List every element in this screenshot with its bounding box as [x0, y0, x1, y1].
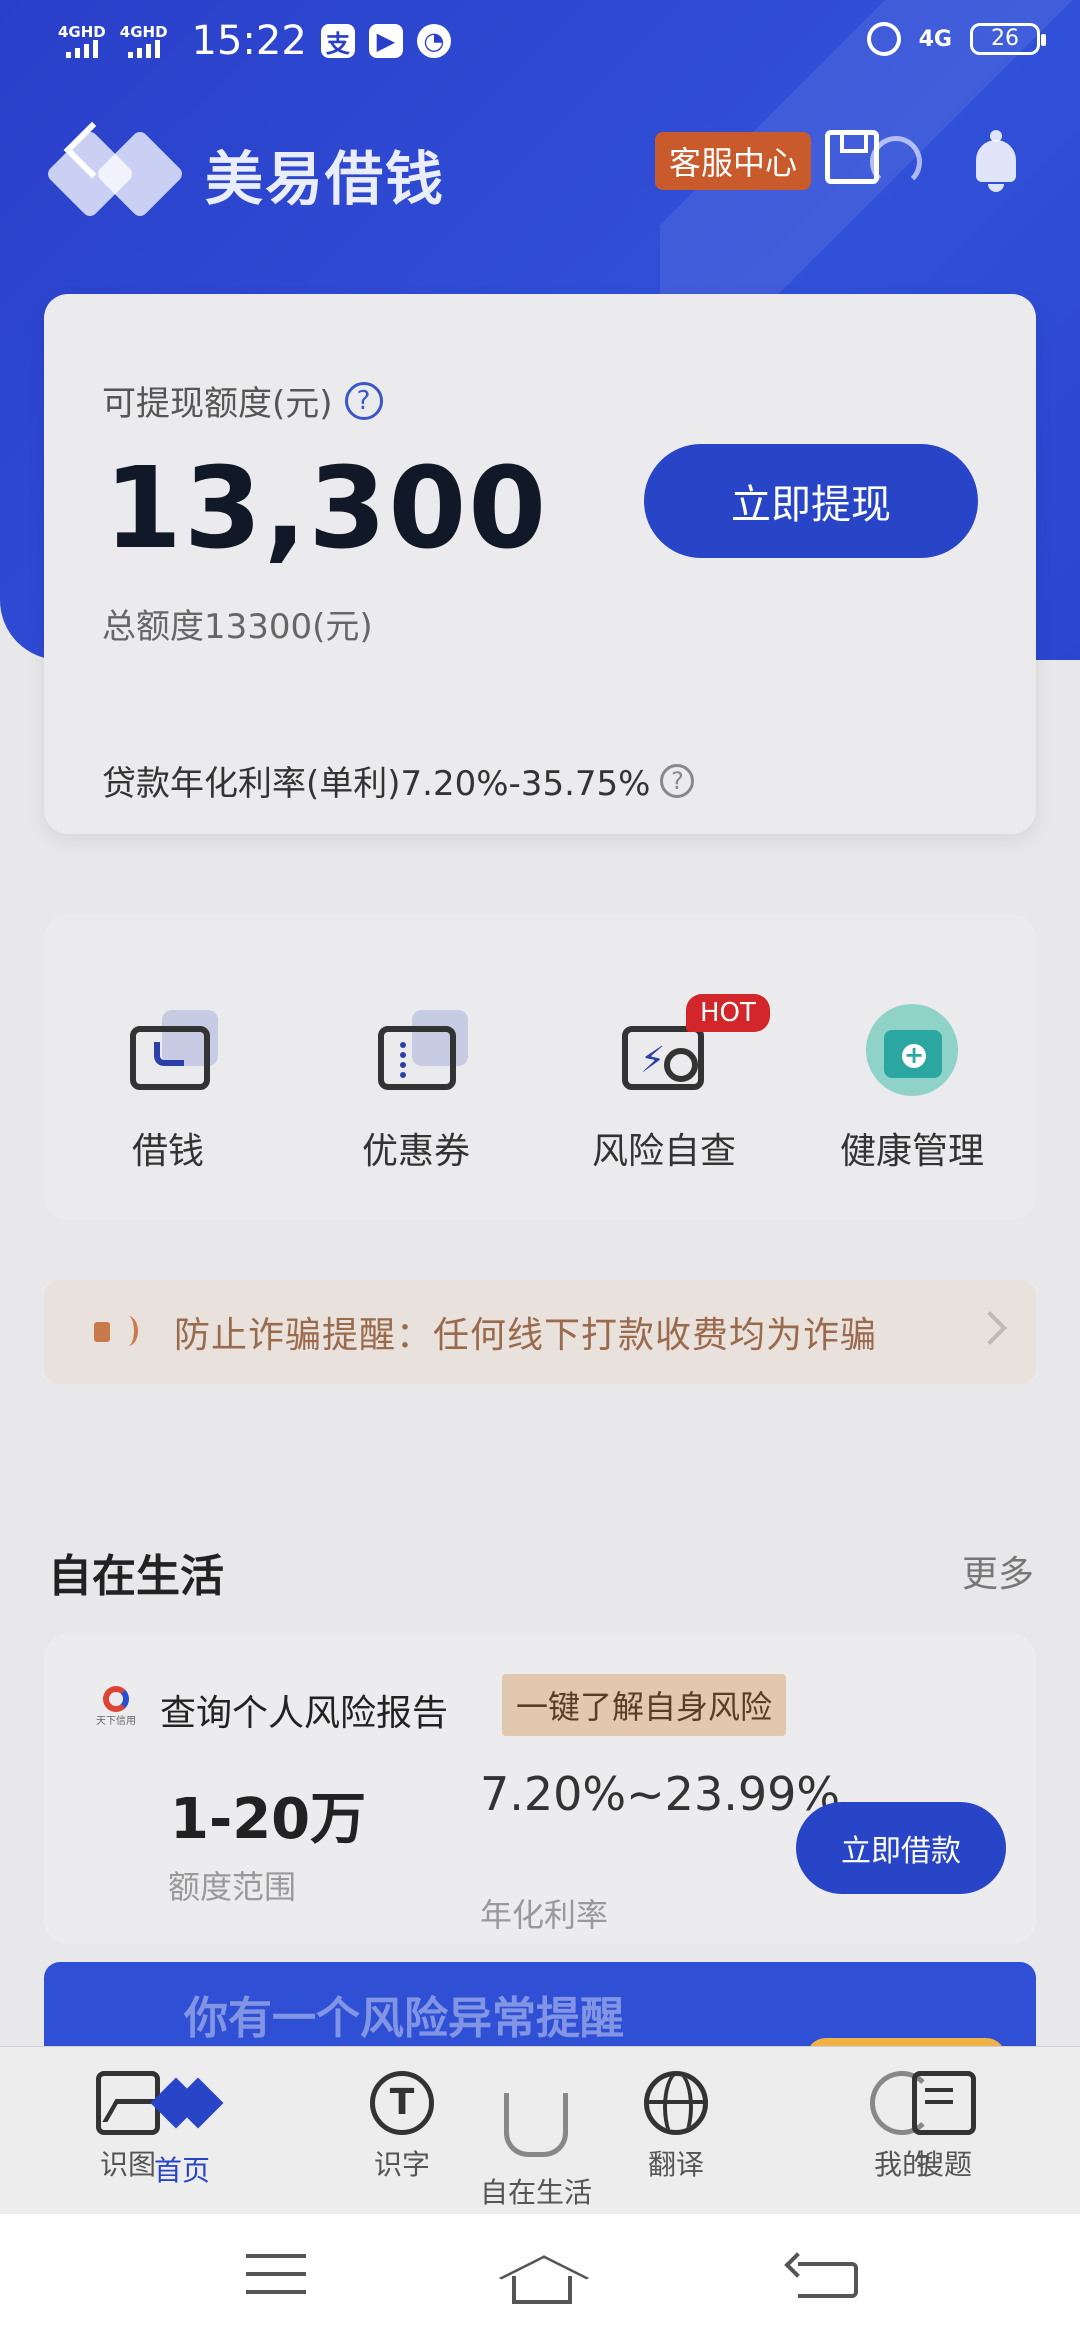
partner-logo-icon	[103, 1686, 129, 1712]
speaker-icon	[94, 1312, 138, 1352]
top-bar: 美易借钱 客服中心	[0, 110, 1080, 230]
available-credit-label: 可提现额度(元) ?	[102, 376, 383, 425]
signal-indicator-2: 4GHD	[120, 24, 168, 58]
clock: 15:22	[191, 18, 307, 64]
available-credit-amount: 13,300	[104, 444, 549, 574]
bottom-tab-bar: 识图 首页 T 识字 自在生活 翻译 我的 搜题	[0, 2046, 1080, 2214]
tab-life[interactable]: 自在生活	[480, 2071, 592, 2211]
signal-indicator-1: 4GHD	[58, 24, 106, 58]
quick-action-health[interactable]: + 健康管理	[812, 1004, 1012, 1174]
home-icon[interactable]	[512, 2276, 572, 2304]
coffee-cup-icon	[504, 2093, 568, 2157]
annual-rate-label: 年化利率	[480, 1896, 609, 1934]
chevron-right-icon	[973, 1311, 1007, 1345]
risk-alert-card[interactable]: 你有一个风险异常提醒	[44, 1962, 1036, 2052]
withdraw-button[interactable]: 立即提现	[644, 444, 978, 558]
credit-range: 1-20万	[170, 1787, 367, 1852]
text-t-icon: T	[370, 2071, 434, 2135]
medical-kit-icon: +	[862, 1004, 962, 1104]
alipay-icon: 支	[320, 24, 355, 58]
customer-service-button[interactable]: 客服中心	[655, 132, 812, 190]
battery-icon: 26	[970, 23, 1046, 55]
tab-search-question[interactable]: 搜题	[912, 2071, 976, 2183]
system-navigation-bar	[0, 2214, 1080, 2340]
alarm-icon	[866, 22, 901, 56]
bell-icon[interactable]	[970, 130, 1022, 192]
risk-alert-text: 你有一个风险异常提醒	[184, 1993, 624, 2044]
annual-rate: 7.20%~23.99%	[480, 1767, 841, 1821]
tab-home[interactable]: 首页	[150, 2071, 224, 2189]
credit-range-label: 额度范围	[168, 1868, 297, 1906]
quick-action-coupon[interactable]: 优惠券	[316, 1004, 516, 1174]
quick-action-risk-check[interactable]: ⚡ HOT 风险自查	[564, 994, 770, 1174]
product-card[interactable]: 天下信用 查询个人风险报告 一键了解自身风险 1-20万 额度范围 7.20%~…	[44, 1634, 1036, 1944]
product-title: 查询个人风险报告	[160, 1693, 449, 1734]
interest-rate-line: 贷款年化利率(单利)7.20%-35.75% ?	[102, 756, 695, 805]
save-icon[interactable]	[825, 130, 879, 184]
signal-bars-icon	[58, 40, 106, 58]
total-credit: 总额度13300(元)	[102, 607, 373, 647]
status-bar: 4GHD 4GHD 15:22 支 ▶ ◔ 4G 26	[0, 0, 1080, 80]
speed-icon: ◔	[416, 24, 451, 58]
rate-help-icon[interactable]: ?	[660, 763, 695, 798]
borrow-now-button[interactable]: 立即借款	[796, 1802, 1006, 1894]
section-more-link[interactable]: 更多	[962, 1545, 1034, 1597]
home-diamond-icon	[150, 2071, 224, 2135]
status-left: 4GHD 4GHD 15:22 支 ▶ ◔	[58, 18, 451, 64]
note-edit-icon	[912, 2071, 976, 2135]
signal-bars-icon	[120, 40, 168, 58]
coupon-icon	[366, 1004, 468, 1104]
risk-check-icon: ⚡ HOT	[614, 994, 770, 1104]
partner-logo: 天下信用	[96, 1686, 136, 1727]
network-type: 4G	[918, 26, 952, 52]
brand-name: 美易借钱	[205, 145, 446, 213]
help-icon[interactable]: ?	[344, 381, 383, 420]
notice-text: 防止诈骗提醒：任何线下打款收费均为诈骗	[174, 1315, 878, 1356]
credit-card: 可提现额度(元) ? 13,300 立即提现 总额度13300(元) 贷款年化利…	[44, 294, 1036, 834]
product-tag: 一键了解自身风险	[502, 1674, 787, 1736]
section-title: 自在生活	[48, 1551, 224, 1602]
quick-action-borrow[interactable]: 借钱	[68, 1004, 268, 1174]
status-right: 4G 26	[866, 22, 1046, 56]
globe-icon	[644, 2071, 708, 2135]
menu-icon[interactable]	[246, 2254, 306, 2304]
play-icon: ▶	[368, 24, 403, 58]
fraud-notice-banner[interactable]: 防止诈骗提醒：任何线下打款收费均为诈骗	[44, 1280, 1036, 1384]
tab-text-recognition[interactable]: T 识字	[370, 2071, 434, 2183]
back-nav-icon[interactable]	[798, 2262, 858, 2298]
quick-actions: 借钱 优惠券 ⚡ HOT 风险自查 + 健康管理	[44, 914, 1036, 1220]
borrow-wallet-icon	[118, 1004, 218, 1104]
tab-translate[interactable]: 翻译	[644, 2071, 708, 2183]
hot-badge: HOT	[686, 994, 770, 1032]
